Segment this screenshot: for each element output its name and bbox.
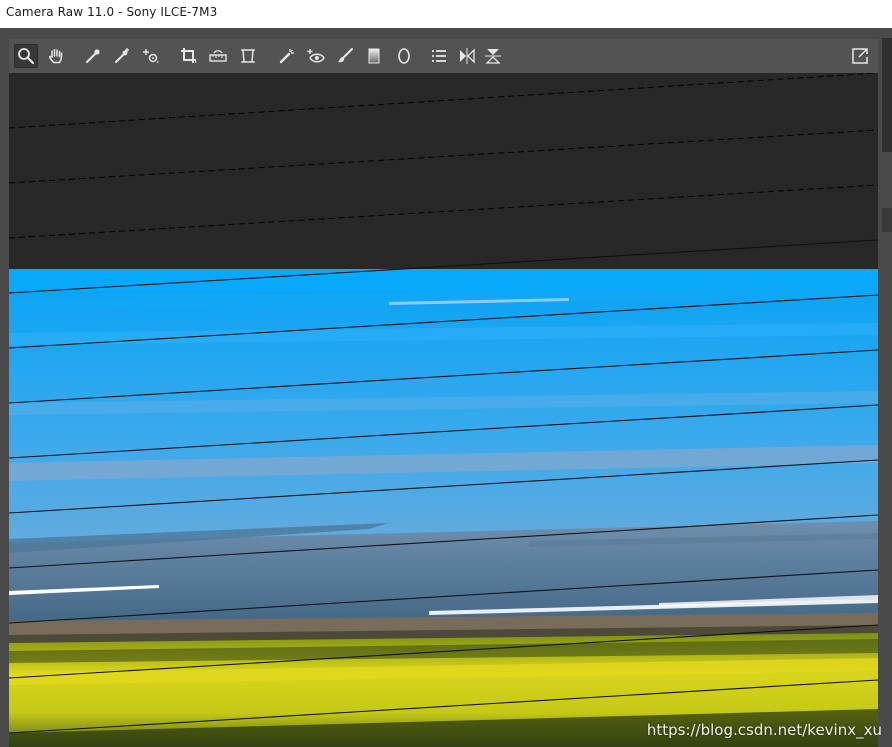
zoom-tool-button[interactable]: [14, 44, 38, 68]
color-sampler-icon: [115, 48, 129, 63]
red-eye-tool-button[interactable]: [304, 44, 328, 68]
preview-image: [9, 73, 878, 747]
radial-filter-icon: [398, 48, 410, 64]
graduated-filter-tool-button[interactable]: [362, 44, 386, 68]
transform-icon: [241, 49, 255, 63]
hand-icon: [49, 48, 63, 64]
toggle-fullscreen-button[interactable]: [848, 44, 872, 68]
straighten-icon: [209, 50, 227, 62]
rotate-right-button[interactable]: [481, 44, 505, 68]
window-titlebar: Camera Raw 11.0 - Sony ILCE-7M3: [0, 0, 892, 28]
graduated-filter-icon: [368, 48, 380, 64]
rotate-left-icon: [460, 48, 475, 64]
spot-removal-icon: [279, 49, 294, 64]
adjustment-brush-icon: [338, 48, 353, 63]
window-title: Camera Raw 11.0 - Sony ILCE-7M3: [6, 5, 218, 19]
preferences-tool-button[interactable]: [427, 44, 451, 68]
image-preview[interactable]: [9, 73, 878, 747]
targeted-adjustment-icon: [143, 49, 159, 63]
white-balance-icon: [86, 49, 100, 63]
rotate-right-icon: [485, 49, 501, 64]
toggle-fullscreen-icon: [852, 48, 868, 64]
transform-tool-button[interactable]: [236, 44, 260, 68]
adjustment-brush-tool-button[interactable]: [333, 44, 357, 68]
red-eye-icon: [307, 49, 325, 63]
spot-removal-tool-button[interactable]: [275, 44, 299, 68]
radial-filter-tool-button[interactable]: [392, 44, 416, 68]
hand-tool-button[interactable]: [44, 44, 68, 68]
toolbar: [9, 39, 878, 73]
crop-tool-button[interactable]: [177, 44, 201, 68]
color-sampler-tool-button[interactable]: [110, 44, 134, 68]
rotate-left-button[interactable]: [455, 44, 479, 68]
targeted-adjustment-tool-button[interactable]: [139, 44, 163, 68]
zoom-icon: [18, 48, 35, 65]
watermark-text: https://blog.csdn.net/kevinx_xu: [646, 721, 882, 739]
preferences-list-icon: [432, 50, 446, 62]
right-panel-edge: [878, 28, 892, 747]
straighten-tool-button[interactable]: [206, 44, 230, 68]
white-balance-tool-button[interactable]: [81, 44, 105, 68]
crop-icon: [181, 48, 197, 63]
straighten-guides-dashed: [9, 73, 878, 239]
